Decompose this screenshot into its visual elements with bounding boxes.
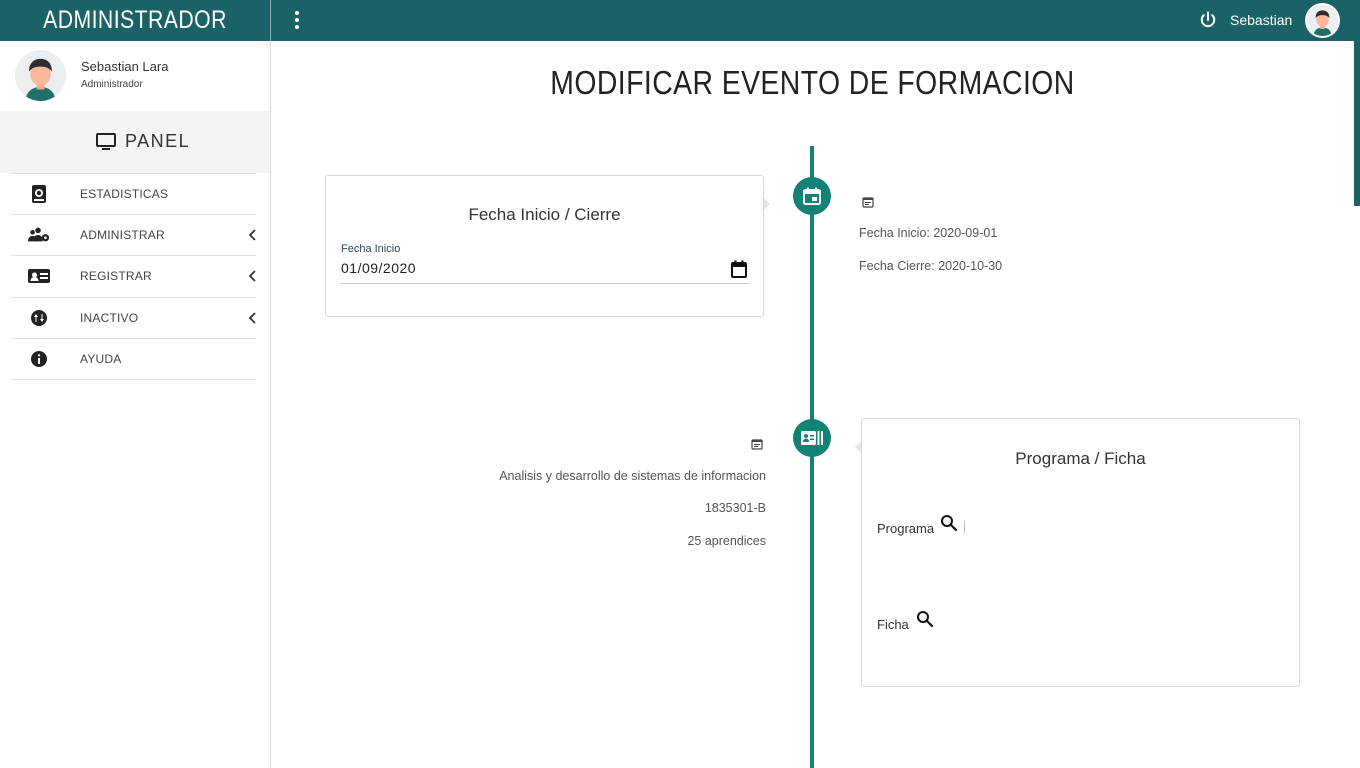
profile-name: Sebastian Lara [81, 59, 169, 74]
sidebar-divider [11, 379, 256, 380]
brand-divider [270, 0, 271, 41]
header-user-name[interactable]: Sebastian [1230, 12, 1292, 28]
start-date-label: Fecha Inicio [341, 243, 401, 255]
calendar-icon[interactable] [731, 260, 747, 278]
user-avatar[interactable] [1305, 3, 1340, 38]
info-icon [31, 351, 47, 367]
start-date-value: 01/09/2020 [341, 260, 417, 276]
summary-ficha: 1835301-B [704, 501, 766, 515]
more-vertical-icon[interactable] [290, 10, 304, 30]
event-calendar-icon [862, 197, 874, 208]
program-label: Programa [877, 521, 935, 536]
power-icon[interactable] [1198, 10, 1218, 30]
summary-learners: 25 aprendices [687, 534, 766, 548]
sidebar-item-ayuda[interactable]: AYUDA [11, 338, 256, 379]
sidebar-item-label: ESTADISTICAS [80, 187, 169, 201]
top-bar: ADMINISTRADOR Sebastian [0, 0, 1360, 41]
sidebar: Sebastian Lara Administrador PANEL ESTAD… [0, 41, 271, 768]
panel-label: PANEL [125, 131, 191, 151]
sidebar-item-label: INACTIVO [80, 311, 139, 325]
sidebar-item-label: ADMINISTRAR [80, 228, 165, 242]
page-title: MODIFICAR EVENTO DE FORMACION [550, 64, 1075, 101]
users-gear-icon [28, 227, 50, 242]
event-calendar-icon [751, 439, 763, 450]
sidebar-item-estadisticas[interactable]: ESTADISTICAS [11, 173, 256, 214]
avatar [15, 50, 66, 101]
sidebar-item-label: AYUDA [80, 352, 122, 366]
card-pointer [764, 198, 770, 210]
program-card-title: Programa / Ficha [1015, 449, 1146, 468]
date-card: Fecha Inicio / Cierre Fecha Inicio 01/09… [325, 175, 764, 317]
chevron-left-icon [248, 229, 256, 241]
page-scrollbar[interactable] [1354, 41, 1360, 206]
profile-role: Administrador [81, 79, 143, 90]
sidebar-item-administrar[interactable]: ADMINISTRAR [11, 214, 256, 255]
ficha-label: Ficha [877, 617, 909, 632]
book-globe-icon [32, 185, 46, 203]
sort-circle-icon [31, 310, 47, 326]
sidebar-item-inactivo[interactable]: INACTIVO [11, 297, 256, 338]
search-icon[interactable] [940, 514, 958, 532]
brand-title: ADMINISTRADOR [43, 6, 227, 34]
sidebar-item-registrar[interactable]: REGISTRAR [11, 255, 256, 296]
chevron-left-icon [248, 270, 256, 282]
summary-end-date: Fecha Cierre: 2020-10-30 [859, 259, 1003, 273]
chevron-left-icon [248, 312, 256, 324]
start-date-field[interactable]: 01/09/2020 [340, 260, 749, 284]
summary-program: Analisis y desarrollo de sistemas de inf… [499, 469, 766, 483]
timeline-id-card-icon [793, 419, 831, 457]
program-card: Programa / Ficha Programa Ficha [861, 418, 1300, 687]
search-icon[interactable] [916, 610, 934, 628]
sidebar-item-label: REGISTRAR [80, 269, 152, 283]
date-card-title: Fecha Inicio / Cierre [468, 205, 621, 224]
program-search-input[interactable] [964, 521, 965, 533]
sidebar-profile: Sebastian Lara Administrador [0, 41, 270, 111]
monitor-icon [96, 133, 116, 150]
id-card-icon [28, 269, 50, 283]
timeline-calendar-icon [793, 177, 831, 215]
timeline-line [810, 146, 814, 768]
summary-start-date: Fecha Inicio: 2020-09-01 [859, 226, 998, 240]
panel-heading[interactable]: PANEL [0, 111, 270, 173]
